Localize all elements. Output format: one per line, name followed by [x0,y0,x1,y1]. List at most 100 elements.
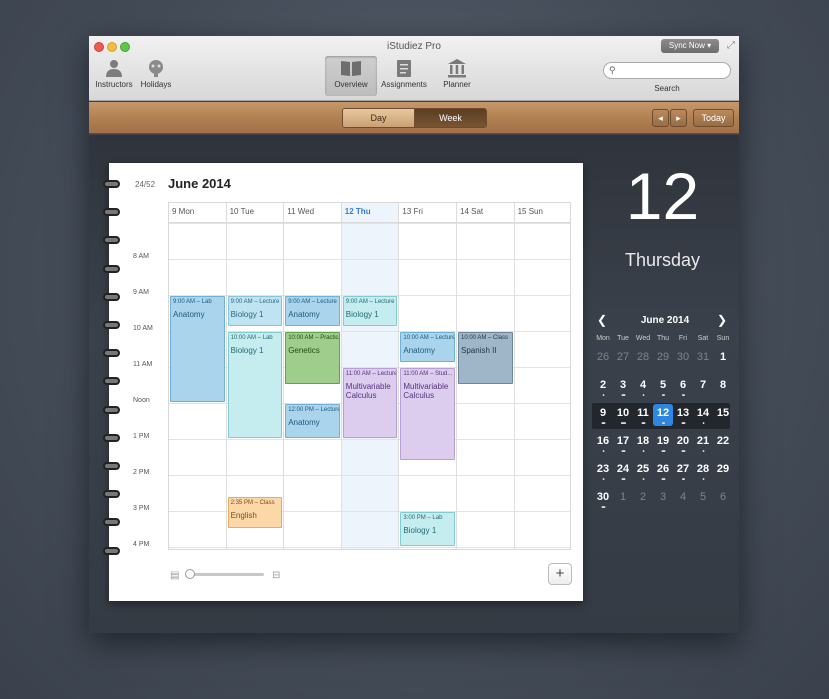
day-column-header[interactable]: 10 Tue [226,203,285,223]
event-title: Spanish II [461,346,497,355]
mini-calendar-day[interactable]: 21 • [693,432,713,455]
assignments-tab[interactable]: Assignments [379,58,429,89]
day-column-header[interactable]: 15 Sun [514,203,570,223]
mini-calendar-day-number: 13 [676,407,690,419]
next-week-button[interactable]: ▸ [670,109,687,127]
sync-now-button[interactable]: Sync Now ▾ [661,39,719,53]
mini-calendar-day[interactable]: 15 [713,404,733,426]
mini-calendar-day[interactable]: 27 [613,348,633,370]
event-title: Genetics [288,346,320,355]
mini-calendar-day-number: 6 [719,491,727,503]
day-column-header[interactable]: 14 Sat [457,203,515,223]
event-dots: ••• [601,505,605,511]
mini-calendar-day[interactable]: 1 [713,348,733,370]
calendar-event[interactable]: 11:00 AM – Stud... Multivariable Calculus [400,368,455,460]
mini-calendar-day[interactable]: 25 • [633,460,653,483]
week-number: 24/52 [135,180,156,189]
day-column-header[interactable]: 9 Mon [169,203,227,223]
day-column-header[interactable]: 11 Wed [284,203,342,223]
calendar-event[interactable]: 11:00 AM – Lecture Multivariable Calculus [342,368,398,438]
mini-calendar-prev-icon[interactable]: ❮ [597,313,607,327]
calendar-event[interactable]: 9:00 AM – Lab Anatomy [170,296,225,402]
mini-calendar-day[interactable]: 1 [613,488,633,510]
planner-tab[interactable]: Planner [439,58,475,89]
mini-calendar-day[interactable]: 28 • [693,460,713,483]
holidays-button[interactable]: Holidays [138,58,174,89]
add-event-button[interactable]: + [548,563,572,585]
mini-calendar-day[interactable]: 24 ••• [613,460,633,483]
calendar-event[interactable]: 2:35 PM – Class English [227,496,283,528]
event-time: 10:00 AM – Lab [230,335,273,341]
mini-calendar-day[interactable]: 29 [653,348,673,370]
mini-calendar-day[interactable]: 10 •••• [613,404,633,427]
day-column-header[interactable]: 13 Fri [399,203,457,223]
today-button[interactable]: Today [693,109,734,127]
mini-calendar-day[interactable]: 26 ••• [653,460,673,483]
mini-calendar-day[interactable]: 3 [653,488,673,510]
calendar-event[interactable]: 10:00 AM – Lecture Anatomy [400,332,455,363]
zoom-slider[interactable] [190,573,264,576]
mini-calendar-day-number: 20 [676,435,690,447]
event-title: Biology 1 [403,526,437,535]
overview-tab[interactable]: Overview [325,56,377,96]
weekday-header: Wed [635,335,651,342]
mini-calendar-day[interactable]: 13 ••• [673,404,693,427]
event-dots: • [602,449,604,455]
mini-calendar-day[interactable]: 8 [713,376,733,398]
zoom-slider-thumb[interactable] [185,569,195,579]
window-title: iStudiez Pro [387,41,441,52]
mini-calendar-day[interactable]: 6 •• [673,376,693,399]
calendar-event[interactable]: 9:00 AM – Lecture Biology 1 [227,296,283,327]
mini-calendar-day[interactable]: 19 ••• [653,432,673,455]
mini-calendar-day[interactable]: 11 ••• [633,404,653,427]
day-column-header[interactable]: 12 Thu [341,203,400,223]
calendar-event[interactable]: 10:00 AM – Lab Biology 1 [227,332,283,438]
mini-calendar-day[interactable]: 16 • [593,432,613,455]
calendar-event[interactable]: 9:00 AM – Lecture Anatomy [285,296,340,327]
mini-calendar-selected-day[interactable]: 12 •• [653,404,673,427]
mini-calendar-day[interactable]: 5 [693,488,713,510]
mini-calendar-day[interactable]: 26 [593,348,613,370]
mini-calendar-day[interactable]: 17 ••• [613,432,633,455]
mini-calendar-day[interactable]: 22 [713,432,733,454]
fullscreen-icon[interactable]: ⤢ [727,40,735,51]
mini-calendar-day[interactable]: 23 • [593,460,613,483]
mini-calendar-day[interactable]: 31 [693,348,713,370]
mini-calendar-day[interactable]: 30 [673,348,693,370]
toolbar: iStudiez Pro Sync Now ▾ ⤢ Instructors Ho… [89,36,739,101]
time-label: 1 PM [133,433,150,440]
time-label: 4 PM [133,541,150,548]
mini-calendar-day[interactable]: 4 [673,488,693,510]
mini-calendar-day[interactable]: 6 [713,488,733,510]
mini-calendar-day[interactable]: 18 • [633,432,653,455]
event-dots: • [702,477,704,483]
mini-calendar-day[interactable]: 3 ••• [613,376,633,399]
mini-calendar-day[interactable]: 29 [713,460,733,482]
mini-calendar-day[interactable]: 5 •• [653,376,673,399]
mini-calendar-day[interactable]: 4 • [633,376,653,399]
mini-calendar-day[interactable]: 27 •• [673,460,693,483]
mini-calendar-day-number: 26 [596,351,610,363]
mini-calendar-day[interactable]: 20 ••• [673,432,693,455]
previous-week-button[interactable]: ◂ [652,109,669,127]
mini-calendar-day[interactable]: 9 ••• [593,404,613,427]
calendar-event[interactable]: 12:00 PM – Lecture Anatomy [285,404,340,438]
view-segmented-control: Day Week [342,108,487,128]
grid-view-icon[interactable]: ⊟ [272,570,280,581]
calendar-event[interactable]: 10:00 AM – Class Spanish II [458,332,513,384]
week-view-button[interactable]: Week [415,109,486,127]
calendar-event[interactable]: 9:00 AM – Lecture Biology 1 [342,296,398,327]
instructors-button[interactable]: Instructors [94,58,134,89]
day-view-button[interactable]: Day [343,109,415,127]
calendar-event[interactable]: 10:00 AM – Practical Genetics [285,332,340,384]
calendar-event[interactable]: 3:00 PM – Lab Biology 1 [400,512,455,546]
mini-calendar-day[interactable]: 2 • [593,376,613,399]
list-view-icon[interactable]: ▤ [170,570,179,581]
mini-calendar-day[interactable]: 7 [693,376,713,398]
mini-calendar-day[interactable]: 28 [633,348,653,370]
search-input[interactable]: ⚲ [603,62,731,79]
mini-calendar-day[interactable]: 2 [633,488,653,510]
mini-calendar-day[interactable]: 30 ••• [593,488,613,511]
mini-calendar-next-icon[interactable]: ❯ [717,313,727,327]
mini-calendar-day[interactable]: 14 • [693,404,713,427]
